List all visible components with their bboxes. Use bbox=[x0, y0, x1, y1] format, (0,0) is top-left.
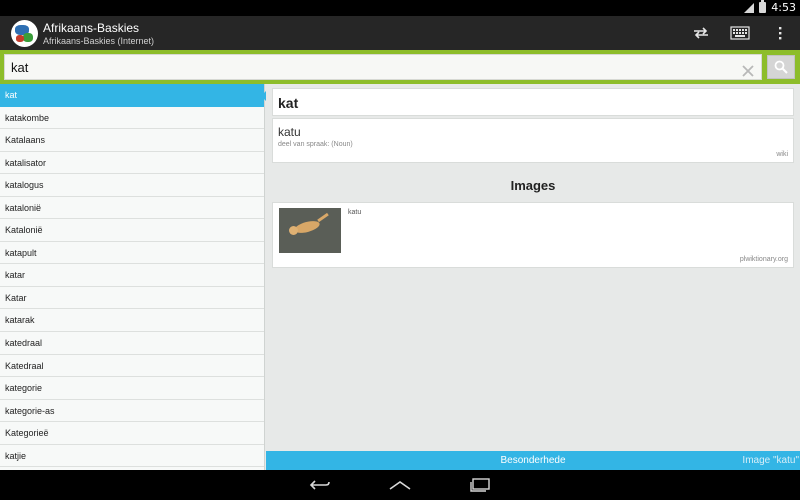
status-bar: 4:53 bbox=[0, 0, 800, 16]
search-icon bbox=[774, 60, 788, 74]
list-item[interactable]: katar bbox=[0, 264, 264, 287]
translation-card[interactable]: katu deel van spraak: (Noun) wiki bbox=[272, 118, 794, 163]
translation-word: katu bbox=[278, 125, 301, 139]
list-item[interactable]: katjie bbox=[0, 445, 264, 468]
list-item[interactable]: katedraal bbox=[0, 332, 264, 355]
list-item[interactable]: kategorie bbox=[0, 377, 264, 400]
home-icon bbox=[389, 481, 411, 490]
recent-apps-icon bbox=[470, 478, 490, 492]
image-caption: katu bbox=[348, 209, 362, 216]
clock: 4:53 bbox=[771, 1, 796, 14]
search-bar bbox=[0, 50, 800, 84]
tab-details[interactable]: Besonderhede bbox=[266, 451, 800, 470]
keyboard-button[interactable] bbox=[725, 20, 755, 46]
recent-apps-button[interactable] bbox=[465, 475, 495, 495]
detail-pane: kat katu deel van spraak: (Noun) wiki Im… bbox=[266, 84, 800, 451]
bottom-tabs: Besonderhede Image "katu" bbox=[266, 451, 800, 470]
screen: 4:53 Afrikaans-Baskies Afrikaans-Baskies… bbox=[0, 0, 800, 500]
headword: kat bbox=[278, 95, 299, 111]
list-item[interactable]: katalisator bbox=[0, 152, 264, 175]
home-button[interactable] bbox=[385, 475, 415, 495]
search-input[interactable] bbox=[11, 58, 731, 76]
cat-image-thumbnail[interactable] bbox=[279, 208, 341, 253]
headword-card: kat bbox=[272, 88, 794, 116]
swap-icon bbox=[694, 27, 708, 39]
images-heading: Images bbox=[510, 178, 556, 193]
list-item[interactable]: Katalaans bbox=[0, 129, 264, 152]
list-item[interactable]: kategorie-as bbox=[0, 400, 264, 423]
list-item[interactable]: katakombe bbox=[0, 107, 264, 130]
list-item[interactable]: katalonië bbox=[0, 197, 264, 220]
overflow-menu-icon bbox=[779, 27, 782, 40]
close-icon bbox=[742, 65, 754, 77]
back-button[interactable] bbox=[305, 475, 335, 495]
app-title: Afrikaans-Baskies bbox=[43, 21, 140, 35]
image-source: plwiktionary.org bbox=[739, 256, 788, 263]
overflow-menu-button[interactable] bbox=[765, 20, 795, 46]
battery-icon bbox=[759, 0, 767, 13]
list-item[interactable]: kat bbox=[0, 84, 264, 107]
list-item[interactable]: Katar bbox=[0, 287, 264, 310]
tab-image[interactable]: Image "katu" bbox=[742, 451, 799, 470]
list-item[interactable]: Kategorieë bbox=[0, 422, 264, 445]
part-of-speech: deel van spraak: (Noun) bbox=[278, 141, 353, 148]
word-list[interactable]: kat katakombe Katalaans katalisator katalogu… bbox=[0, 84, 265, 470]
nav-bar bbox=[0, 470, 800, 500]
translation-source: wiki bbox=[776, 151, 788, 158]
app-subtitle: Afrikaans-Baskies (Internet) bbox=[43, 36, 155, 46]
list-item[interactable]: katalogus bbox=[0, 174, 264, 197]
clear-search-button[interactable] bbox=[742, 62, 754, 77]
search-button[interactable] bbox=[767, 55, 795, 79]
keyboard-icon bbox=[730, 26, 750, 40]
back-icon bbox=[309, 480, 330, 490]
list-item[interactable]: katarak bbox=[0, 309, 264, 333]
image-card[interactable]: katu plwiktionary.org bbox=[272, 202, 794, 268]
app-logo-icon[interactable] bbox=[11, 20, 38, 47]
list-item[interactable]: Katedraal bbox=[0, 355, 264, 378]
search-field bbox=[4, 54, 762, 80]
signal-icon bbox=[744, 2, 755, 13]
list-item[interactable]: katapult bbox=[0, 242, 264, 265]
list-item[interactable]: Katalonië bbox=[0, 219, 264, 242]
action-bar: Afrikaans-Baskies Afrikaans-Baskies (Int… bbox=[0, 16, 800, 50]
status-icons: 4:53 bbox=[744, 0, 796, 14]
swap-languages-button[interactable] bbox=[686, 20, 716, 46]
